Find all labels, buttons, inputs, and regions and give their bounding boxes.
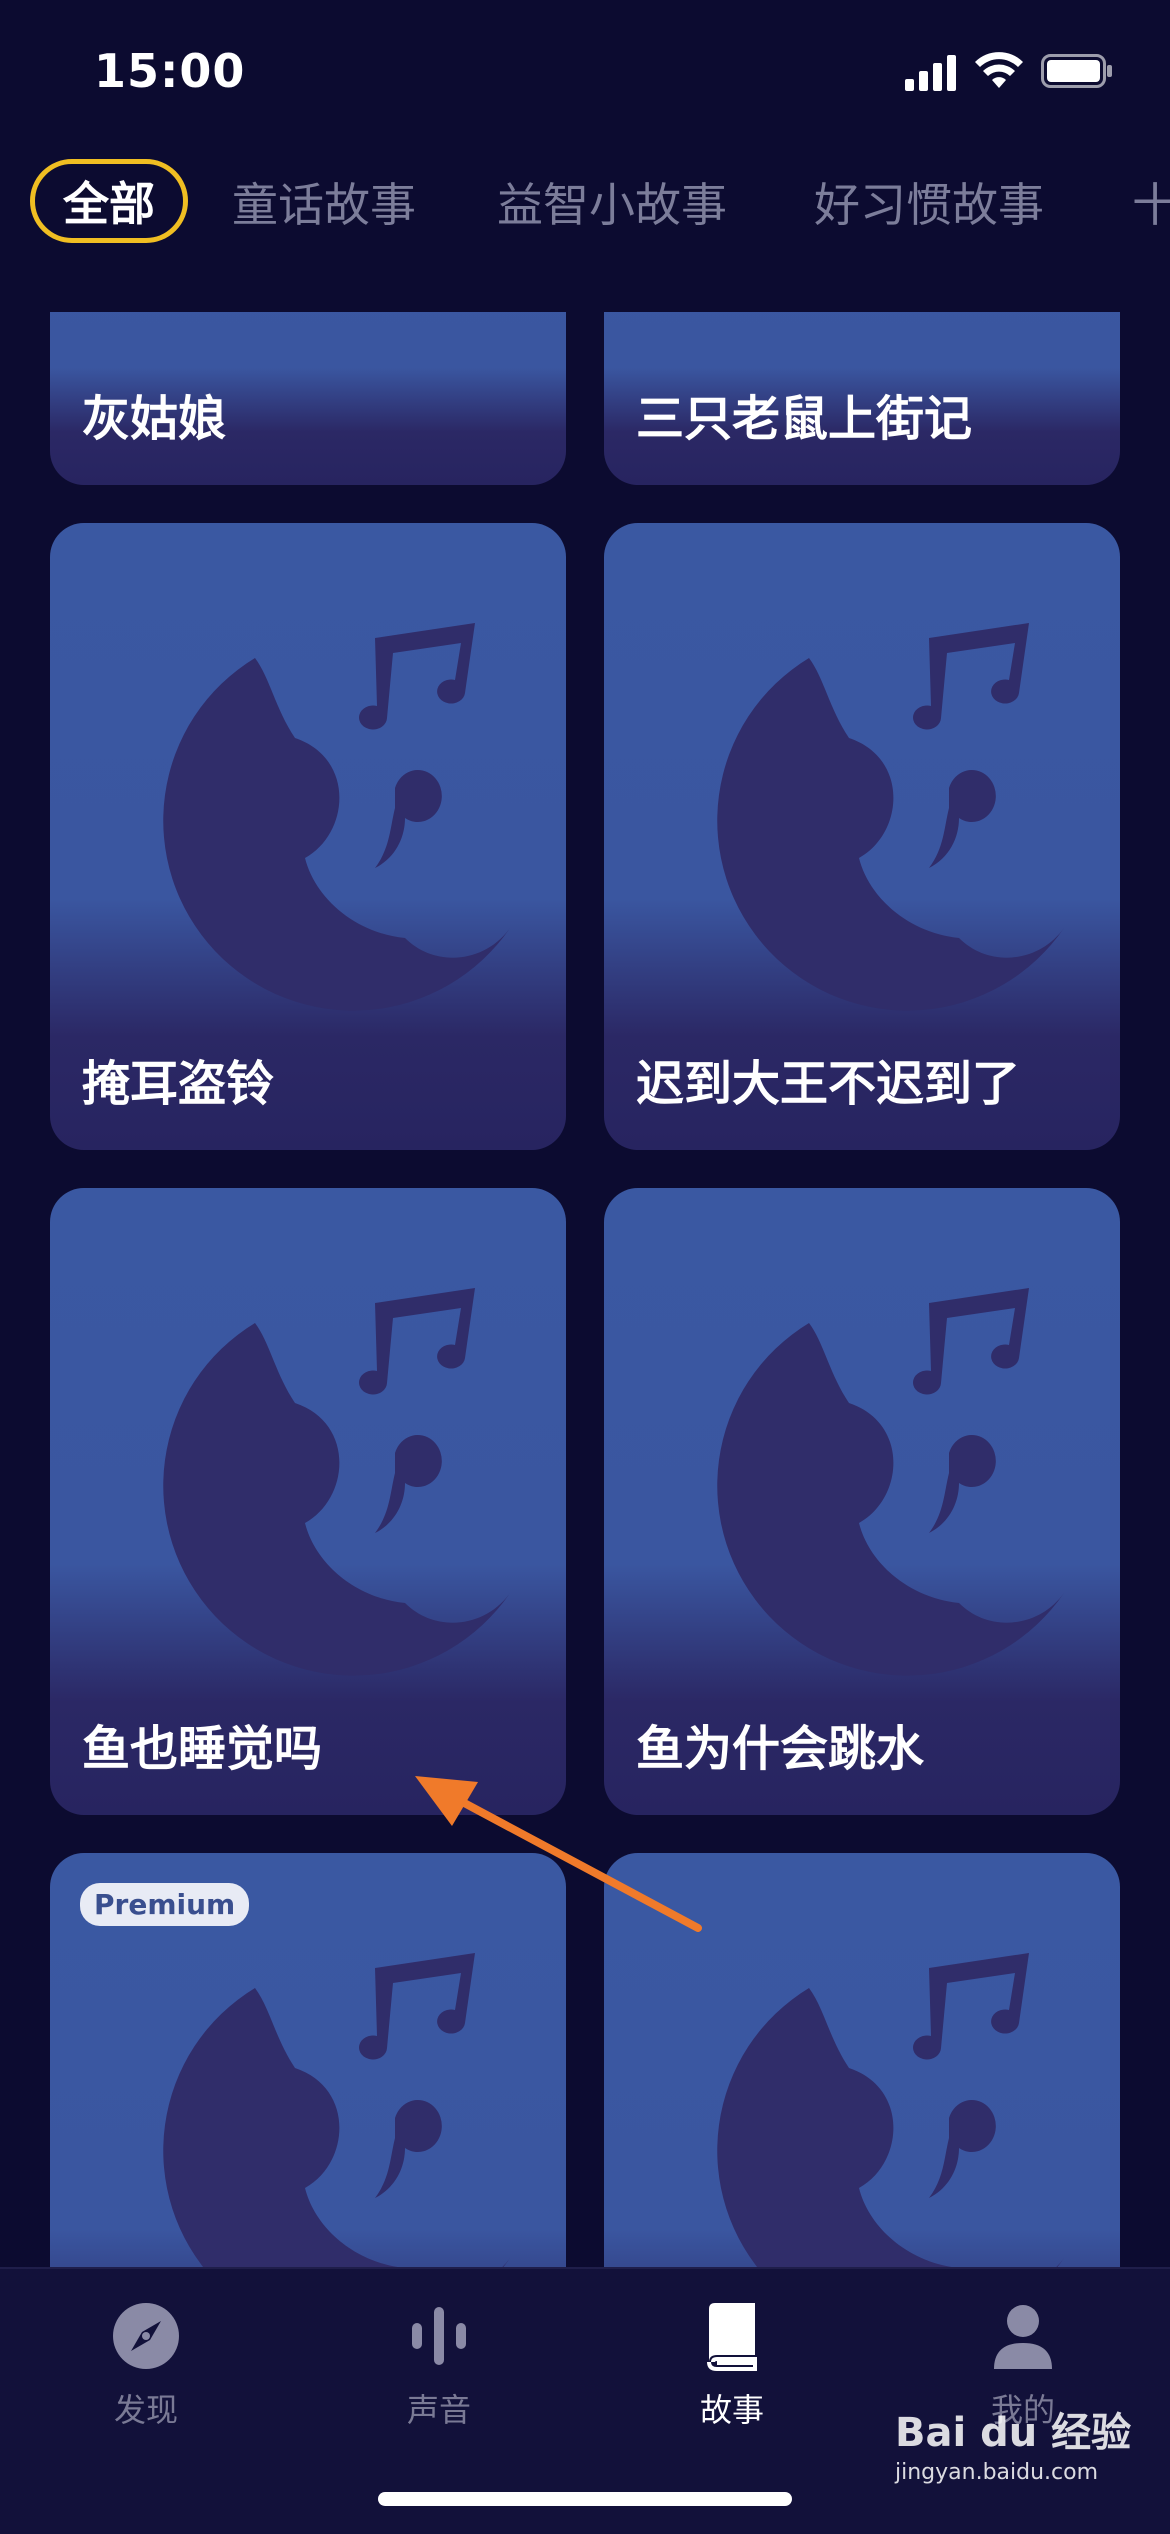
sleep-moon-music-icon	[163, 1288, 510, 1676]
story-card[interactable]: 鱼也睡觉吗	[50, 1188, 566, 1815]
sleep-moon-music-icon	[717, 1953, 1064, 2267]
baidu-watermark: Bai du 经验 jingyan.baidu.com	[895, 2400, 1131, 2485]
battery-icon	[1041, 54, 1112, 88]
story-grid: 灰姑娘 三只老鼠上街记 掩耳盗铃 迟到大王不迟到了 鱼也睡觉吗 鱼为什会跳水 P…	[0, 312, 1170, 2267]
nav-stories[interactable]: 故事	[652, 2299, 812, 2431]
nav-label: 声音	[406, 2391, 471, 2429]
book-icon	[707, 2303, 757, 2371]
category-tabs: 全部 童话故事 益智小故事 好习惯故事 十	[0, 155, 1170, 255]
story-card[interactable]: 迟到大王不迟到了	[604, 523, 1120, 1150]
status-bar: 15:00	[0, 0, 1170, 150]
sleep-moon-music-icon	[717, 623, 1064, 1011]
tab-more[interactable]: 十	[1132, 169, 1170, 235]
nav-discover[interactable]: 发现	[66, 2299, 226, 2431]
sleep-moon-music-icon	[163, 623, 510, 1011]
wifi-icon	[975, 52, 1023, 88]
story-title: 掩耳盗铃	[82, 1056, 275, 1112]
sleep-moon-music-icon	[163, 1953, 510, 2267]
tab-fairy-tales[interactable]: 童话故事	[232, 169, 416, 235]
watermark-url: jingyan.baidu.com	[895, 2460, 1099, 2485]
nav-label: 故事	[699, 2391, 764, 2429]
compass-icon	[113, 2303, 179, 2369]
story-card[interactable]: 鱼为什会跳水	[604, 1188, 1120, 1815]
sound-wave-icon	[412, 2307, 466, 2365]
tab-good-habits-stories[interactable]: 好习惯故事	[814, 169, 1044, 235]
home-indicator[interactable]	[378, 2492, 792, 2506]
status-time: 15:00	[94, 44, 246, 98]
tab-all[interactable]: 全部	[30, 159, 188, 243]
tab-educational-stories[interactable]: 益智小故事	[497, 169, 727, 235]
nav-label: 发现	[113, 2391, 178, 2429]
story-card[interactable]: 灰姑娘	[50, 312, 566, 485]
nav-sound[interactable]: 声音	[359, 2299, 519, 2431]
story-title: 迟到大王不迟到了	[636, 1056, 1021, 1112]
story-card[interactable]: 掩耳盗铃	[50, 523, 566, 1150]
story-card[interactable]: 三只老鼠上街记	[604, 312, 1120, 485]
premium-badge: Premium	[80, 1883, 250, 1926]
story-title: 灰姑娘	[82, 391, 227, 447]
story-title: 三只老鼠上街记	[636, 391, 973, 447]
watermark-brand: Bai du 经验	[895, 2410, 1132, 2456]
annotation-arrow-icon	[415, 1776, 702, 1932]
sleep-moon-music-icon	[717, 1288, 1064, 1676]
story-title: 鱼也睡觉吗	[82, 1721, 323, 1777]
cellular-signal-icon	[905, 55, 956, 91]
user-icon	[994, 2305, 1052, 2369]
